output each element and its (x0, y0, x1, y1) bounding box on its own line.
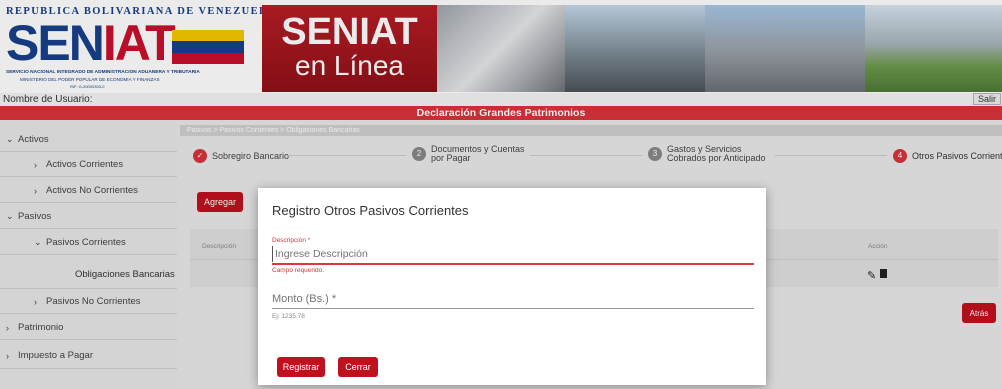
amount-underline (272, 308, 754, 309)
register-modal: Registro Otros Pasivos Corrientes Descri… (258, 188, 766, 385)
modal-title: Registro Otros Pasivos Corrientes (272, 203, 469, 218)
description-error: Campo requerido. (272, 267, 325, 274)
register-button[interactable]: Registrar (277, 357, 325, 377)
description-input[interactable] (272, 246, 754, 262)
amount-input[interactable] (272, 291, 754, 307)
amount-hint: Ej: 1235.78 (272, 313, 305, 320)
close-button[interactable]: Cerrar (338, 357, 378, 377)
description-label: Descripción * (272, 237, 311, 244)
description-underline (272, 263, 754, 265)
